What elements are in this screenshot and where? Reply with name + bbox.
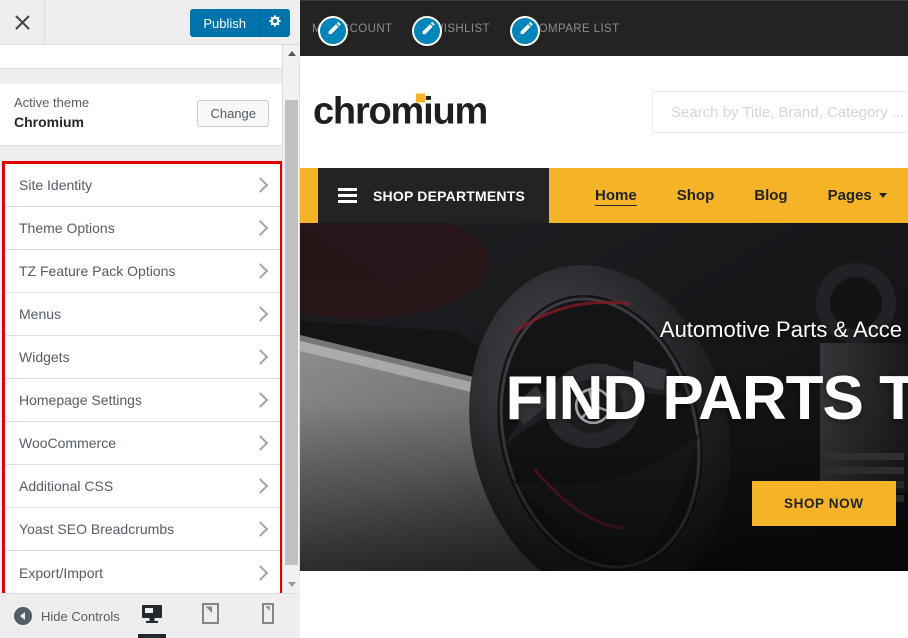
nav-item-home[interactable]: Home [575,187,657,204]
site-header: chromium Search by Title, Brand, Categor… [300,56,908,168]
sidebar-item-theme-options[interactable]: Theme Options [5,207,280,250]
close-icon [15,15,30,30]
change-theme-button[interactable]: Change [197,100,269,127]
site-navigation-bar: SHOP DEPARTMENTS Home Shop Blog Pages [300,168,908,223]
chevron-down-icon [878,193,887,198]
chevron-right-icon [252,306,269,322]
publish-settings-button[interactable] [260,9,290,37]
sidebar-item-label: Homepage Settings [19,392,142,408]
sidebar-item-widgets[interactable]: Widgets [5,336,280,379]
sidebar-item-label: Menus [19,306,62,322]
active-theme-panel: Active theme Chromium Change [0,84,283,146]
site-topbar: MY ACCOUNT WISHLIST COMPARE LIST [300,0,908,56]
nav-item-shop[interactable]: Shop [657,187,735,204]
preview-tablet-button[interactable] [190,593,230,638]
pencil-icon [420,21,435,41]
customizer-band-spacer [0,70,283,84]
customizer-footer: Hide Controls [0,593,300,638]
sidebar-item-woocommerce[interactable]: WooCommerce [5,422,280,465]
customizer-screen: Publish Active theme Chromium Change Sit… [0,0,908,638]
chevron-right-icon [252,564,269,581]
hide-controls-button[interactable]: Hide Controls [0,607,120,625]
publish-group: Publish [190,9,290,37]
customizer-panel: Publish Active theme Chromium Change Sit… [0,0,300,638]
logo-accent-dot-icon [416,93,426,103]
shop-now-button[interactable]: SHOP NOW [752,481,896,526]
chevron-right-icon [252,392,269,408]
customizer-header: Publish [0,0,300,45]
sidebar-item-label: Site Identity [19,177,93,193]
hero-title: FIND PARTS T [505,364,908,433]
sidebar-item-label: Additional CSS [19,478,114,494]
site-search-box[interactable]: Search by Title, Brand, Category ... [652,91,908,133]
chevron-right-icon [252,349,269,365]
site-menu: Home Shop Blog Pages [549,168,907,223]
nav-item-label: Blog [754,187,788,204]
site-logo[interactable]: chromium [313,90,488,134]
hero-banner: Automotive Parts & Acce FIND PARTS T SHO… [300,223,908,571]
chevron-right-icon [252,263,269,279]
sidebar-item-site-identity[interactable]: Site Identity [5,164,280,207]
preview-mobile-button[interactable] [248,593,288,638]
pencil-icon [518,21,533,41]
sidebar-item-menus[interactable]: Menus [5,293,280,336]
customizer-breadcrumb-band [0,45,283,69]
chevron-right-icon [252,435,269,451]
edit-shortcut-compare-list[interactable] [510,16,540,46]
preview-desktop-button[interactable] [132,593,172,638]
sidebar-item-additional-css[interactable]: Additional CSS [5,465,280,508]
pencil-icon [326,21,341,41]
device-preview-switcher [132,593,288,638]
nav-item-label: Shop [676,187,715,204]
edit-shortcut-my-account[interactable] [318,16,348,46]
site-logo-text: chromium [313,90,488,133]
nav-item-blog[interactable]: Blog [734,187,807,204]
desktop-icon [141,604,163,628]
nav-item-label: Home [595,187,637,204]
site-topbar-links: MY ACCOUNT WISHLIST COMPARE LIST [312,23,620,35]
tablet-icon [201,602,219,629]
caret-up-icon [287,51,296,56]
sidebar-item-label: Widgets [19,349,70,365]
mobile-icon [262,602,274,629]
caret-down-icon [287,582,296,587]
sidebar-item-yoast-seo-breadcrumbs[interactable]: Yoast SEO Breadcrumbs [5,508,280,551]
customizer-scrollbar[interactable] [282,45,300,593]
site-preview-frame: MY ACCOUNT WISHLIST COMPARE LIST chromiu… [300,0,908,638]
hide-controls-label: Hide Controls [41,608,120,624]
chevron-right-icon [252,220,269,236]
close-customizer-button[interactable] [0,0,45,44]
shop-departments-button[interactable]: SHOP DEPARTMENTS [318,168,550,223]
gear-icon [268,14,282,33]
publish-button[interactable]: Publish [190,9,260,37]
hamburger-icon [338,188,357,203]
chevron-right-icon [252,478,269,494]
sidebar-item-label: Theme Options [19,220,115,236]
sidebar-item-tz-feature-pack-options[interactable]: TZ Feature Pack Options [5,250,280,293]
edit-shortcut-wishlist[interactable] [412,16,442,46]
sidebar-item-homepage-settings[interactable]: Homepage Settings [5,379,280,422]
chevron-right-icon [252,177,269,193]
scroll-up-button[interactable] [283,45,300,62]
sidebar-item-label: Export/Import [19,564,104,581]
sidebar-item-label: WooCommerce [19,435,116,451]
theme-panel-spacer [0,147,283,161]
nav-left-accent-strip [300,168,318,223]
chevron-right-icon [252,521,269,537]
collapse-icon [14,607,32,625]
search-placeholder-text: Search by Title, Brand, Category ... [671,103,905,121]
sidebar-item-export-import[interactable]: Export/Import [5,551,280,594]
sidebar-item-label: Yoast SEO Breadcrumbs [19,521,175,537]
nav-item-pages[interactable]: Pages [808,187,907,204]
scroll-down-button[interactable] [283,576,300,593]
customizer-sections-list: Site Identity Theme Options TZ Feature P… [2,161,283,597]
nav-item-label: Pages [827,187,872,204]
sidebar-item-label: TZ Feature Pack Options [19,263,176,279]
scrollbar-thumb[interactable] [285,100,298,565]
shop-departments-label: SHOP DEPARTMENTS [373,187,526,204]
topbar-link-compare-list[interactable]: COMPARE LIST [530,23,620,35]
hero-subtitle: Automotive Parts & Acce [659,317,902,342]
